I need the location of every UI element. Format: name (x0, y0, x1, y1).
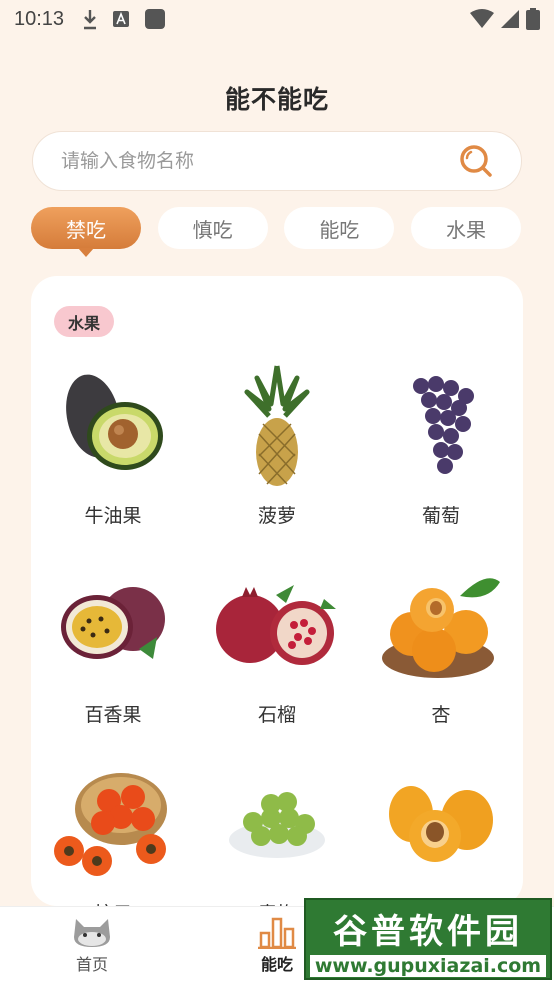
wifi-icon (470, 9, 494, 28)
page-title: 能不能吃 (224, 85, 329, 114)
food-name: 菠萝 (257, 505, 296, 527)
signal-icon (501, 10, 519, 28)
food-name: 杏 (431, 704, 451, 726)
food-name: 青梅 (258, 899, 296, 906)
avocado-image (48, 361, 178, 491)
nav-home[interactable]: 首页 (42, 915, 142, 975)
tab-allowed[interactable]: 能吃 (284, 207, 395, 249)
food-grid: 牛油果 菠萝 葡萄 百香果 石榴 杏 (31, 361, 523, 906)
persimmon-image (48, 759, 178, 889)
food-item[interactable]: 杏 (359, 560, 523, 727)
food-name: 葡萄 (421, 505, 460, 527)
food-item[interactable]: 枇杷 (359, 759, 523, 906)
food-item[interactable]: 菠萝 (195, 361, 359, 528)
status-time: 10:13 (14, 7, 65, 30)
grape-image (376, 361, 506, 491)
food-item[interactable]: 百香果 (31, 560, 195, 727)
battery-icon (526, 8, 540, 30)
pomegranate-image (212, 560, 342, 690)
tab-caution[interactable]: 慎吃 (157, 207, 268, 249)
food-card: 水果 牛油果 菠萝 葡萄 百香果 石榴 杏 (31, 276, 523, 906)
food-name: 牛油果 (84, 505, 142, 527)
cat-face-icon (74, 919, 110, 947)
apricot-image (376, 560, 506, 690)
food-item[interactable]: 葡萄 (359, 361, 523, 528)
status-bar: 10:13 (0, 0, 554, 38)
bar-chart-icon (258, 917, 296, 949)
pineapple-image (212, 361, 342, 491)
watermark-url: www.gupuxiazai.com (310, 955, 546, 977)
food-name: 柿子 (94, 899, 132, 906)
search-icon[interactable] (459, 144, 493, 178)
food-name: 百香果 (84, 704, 142, 726)
nav-home-label: 首页 (75, 955, 108, 974)
food-item[interactable]: 牛油果 (31, 361, 195, 528)
food-item[interactable]: 柿子 (31, 759, 195, 906)
tab-forbidden[interactable]: 禁吃 (31, 207, 141, 249)
food-item[interactable]: 石榴 (195, 560, 359, 727)
watermark-logo: 谷普软件园 www.gupuxiazai.com (304, 898, 552, 980)
app-square-icon (145, 9, 166, 29)
search-box[interactable] (32, 131, 522, 191)
passion-fruit-image (48, 560, 178, 690)
search-input[interactable] (61, 150, 459, 172)
nav-edible-label: 能吃 (260, 955, 293, 974)
tab-fruit[interactable]: 水果 (410, 207, 521, 249)
filter-tabs: 禁吃 慎吃 能吃 水果 (31, 207, 521, 249)
food-item[interactable]: 青梅 (195, 759, 359, 906)
download-icon (84, 10, 97, 30)
food-name: 石榴 (257, 704, 296, 726)
watermark-title: 谷普软件园 (333, 912, 523, 952)
green-plum-image (212, 759, 342, 889)
category-badge: 水果 (54, 306, 115, 337)
font-app-icon (113, 11, 130, 27)
loquat-image (376, 759, 506, 889)
